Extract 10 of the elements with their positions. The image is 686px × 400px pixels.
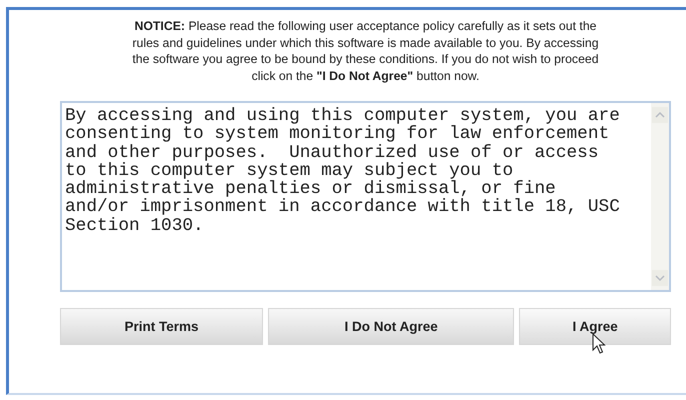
scroll-down-icon[interactable] [652, 270, 668, 286]
terms-text: By accessing and using this computer system, you are consenting to system monitoring for law enforcement and other purposes. Unauthorized use of or access to this computer system may subject you to administrative penalties or dismissal, or fine and/or imprisonment in accordance with title 18, USC Section 1030. [64, 105, 620, 238]
scrollbar[interactable] [651, 103, 669, 290]
scroll-up-icon[interactable] [652, 107, 668, 123]
mouse-pointer-icon [592, 333, 606, 355]
dialog-button[interactable]: I Agree [519, 308, 671, 345]
terms-text-area[interactable] [60, 101, 671, 292]
dialog-button[interactable]: Print Terms [60, 308, 264, 345]
notice-text: NOTICE: Please read the following user acceptance policy carefully as it sets out the rules and guidelines under which this software is made available to you. By accessing the software you agree to be bound by these conditions. If you do not wish to proceed click on the "I Do Not Agree" button now. [131, 18, 600, 84]
dialog-button[interactable]: I Do Not Agree [268, 308, 514, 345]
